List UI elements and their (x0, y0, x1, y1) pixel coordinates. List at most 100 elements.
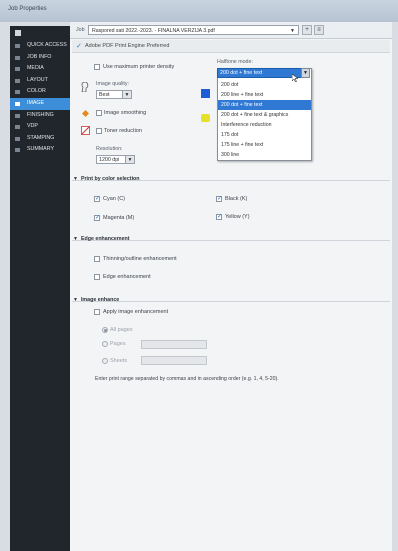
sidebar-item-color[interactable]: COLOR (10, 86, 70, 98)
sidebar-item-finishing[interactable]: FINISHING (10, 110, 70, 122)
pdf-engine-row[interactable]: ✓ Adobe PDF Print Engine Preferred (72, 40, 390, 53)
job-file-select[interactable]: Raspored sati 2022.-2023. - FINALNA VERZ… (88, 25, 299, 35)
list-icon: ≡ (317, 27, 321, 33)
max-density-checkbox[interactable] (94, 64, 100, 70)
window-title: Job Properties (8, 6, 47, 12)
toner-reduction-checkbox[interactable] (96, 128, 102, 134)
toner-reduction-label: Toner reduction (104, 128, 142, 134)
magenta-label: Magenta (M) (103, 215, 135, 221)
cyan-checkbox[interactable]: ✓ (94, 196, 100, 202)
print-by-color-section[interactable]: ▼ Print by color selection (73, 176, 140, 184)
sidebar-item-quick-access[interactable]: QUICK ACCESS (10, 40, 70, 52)
blue-swatch-icon (201, 89, 210, 98)
pages-radio[interactable] (102, 341, 108, 347)
image-quality-value: Best (99, 92, 110, 98)
halftone-option[interactable]: 175 line + fine text (218, 140, 311, 150)
halftone-option[interactable]: Interference reduction (218, 120, 311, 130)
sheets-input[interactable] (141, 356, 207, 365)
apply-enhancement-label: Apply image enhancement (103, 309, 169, 315)
vdp-icon (15, 125, 20, 130)
summary-icon (15, 148, 20, 153)
sidebar-item-label: QUICK ACCESS (27, 42, 67, 48)
finishing-icon (15, 113, 20, 118)
pdf-engine-label: Adobe PDF Print Engine Preferred (85, 43, 170, 49)
sidebar-item-image[interactable]: IMAGE (10, 97, 70, 110)
cyan-label: Cyan (C) (103, 196, 126, 202)
all-pages-radio[interactable] (102, 327, 108, 333)
sidebar-item-label: COLOR (27, 88, 46, 95)
sidebar-item-summary[interactable]: SUMMARY (10, 144, 70, 156)
yellow-checkbox[interactable]: ✓ (216, 214, 222, 220)
sidebar-item-label: SUMMARY (27, 146, 54, 153)
sidebar-item-label: VDP (27, 123, 38, 130)
sidebar-item-media[interactable]: MEDIA (10, 63, 70, 75)
resolution-label: Resolution: (96, 146, 123, 152)
smoothing-icon (82, 110, 89, 117)
all-pages-label: All pages (110, 327, 133, 333)
divider (72, 301, 390, 302)
image-smoothing-checkbox[interactable] (96, 110, 102, 116)
sidebar-item-job-info[interactable]: JOB INFO (10, 52, 70, 64)
section-title: Edge enhancement (80, 236, 130, 242)
halftone-option[interactable]: 200 line + fine text (218, 90, 311, 100)
resolution-select[interactable]: 1200 dpi ▼ (96, 155, 135, 164)
add-button[interactable]: + (302, 25, 312, 35)
sidebar-item-stamping[interactable]: STAMPING (10, 133, 70, 145)
thinning-checkbox[interactable] (94, 256, 100, 262)
image-quality-label: Image quality: (96, 81, 129, 87)
image-icon (15, 101, 20, 106)
sidebar-item-vdp[interactable]: VDP (10, 121, 70, 133)
chevron-down-icon: ▼ (73, 236, 78, 242)
halftone-current: 200 dot + fine text (220, 70, 263, 76)
chevron-down-icon[interactable]: ▼ (301, 68, 310, 78)
halftone-option[interactable]: 300 line (218, 150, 311, 160)
sidebar-item-label: MEDIA (27, 65, 44, 72)
max-density-label: Use maximum printer density (103, 64, 175, 70)
chevron-down-icon: ▼ (290, 28, 295, 34)
sidebar-item-label: JOB INFO (27, 53, 52, 60)
halftone-label: Halftone mode: (217, 59, 253, 65)
mouse-cursor-icon (291, 73, 299, 83)
sheets-radio[interactable] (102, 358, 108, 364)
image-quality-select[interactable]: Best ▼ (96, 90, 132, 99)
section-title: Print by color selection (80, 176, 140, 182)
sidebar-item-label: LAYOUT (27, 76, 48, 83)
magenta-checkbox[interactable]: ✓ (94, 215, 100, 221)
black-checkbox[interactable]: ✓ (216, 196, 222, 202)
pages-label: Pages (110, 341, 126, 347)
edge-enhancement-label: Edge enhancement (103, 274, 151, 280)
menu-icon[interactable] (15, 30, 21, 36)
edge-enhancement-checkbox[interactable] (94, 274, 100, 280)
stamping-icon (15, 136, 20, 141)
quality-icon (81, 81, 89, 93)
halftone-select[interactable]: 200 dot + fine text ▼ (217, 68, 310, 78)
yellow-swatch-icon (201, 114, 210, 122)
chevron-down-icon: ▼ (73, 176, 78, 182)
edge-enhancement-section[interactable]: ▼ Edge enhancement (73, 236, 130, 244)
pages-input[interactable] (141, 340, 207, 349)
apply-enhancement-checkbox[interactable] (94, 309, 100, 315)
window-titlebar: Job Properties (0, 0, 398, 22)
halftone-option-selected[interactable]: 200 dot + fine text (218, 100, 311, 110)
sidebar-item-label: STAMPING (27, 134, 55, 141)
check-icon: ✓ (76, 43, 82, 50)
section-title: Image enhance (80, 297, 120, 303)
sidebar-item-label: IMAGE (27, 99, 45, 106)
job-info-icon (15, 55, 20, 60)
halftone-option[interactable]: 200 dot + fine text & graphics (218, 110, 311, 120)
sidebar-item-layout[interactable]: LAYOUT (10, 75, 70, 87)
sidebar-item-label: FINISHING (27, 111, 54, 118)
image-smoothing-label: Image smoothing (104, 110, 147, 116)
menu-button[interactable]: ≡ (314, 25, 324, 35)
quick-access-icon (15, 44, 20, 48)
sidebar-header (10, 26, 70, 40)
job-file-name: Raspored sati 2022.-2023. - FINALNA VERZ… (92, 28, 215, 34)
print-range-hint: Enter print range separated by commas an… (95, 376, 279, 382)
sidebar: QUICK ACCESS JOB INFO MEDIA LAYOUT COLOR… (10, 26, 70, 551)
thinning-label: Thinning/outline enhancement (103, 256, 177, 262)
halftone-option[interactable]: 175 dot (218, 130, 311, 140)
chevron-down-icon: ▼ (125, 156, 134, 163)
black-label: Black (K) (225, 196, 248, 202)
media-icon (15, 67, 20, 72)
image-enhance-section[interactable]: ▼ Image enhance (73, 297, 119, 305)
